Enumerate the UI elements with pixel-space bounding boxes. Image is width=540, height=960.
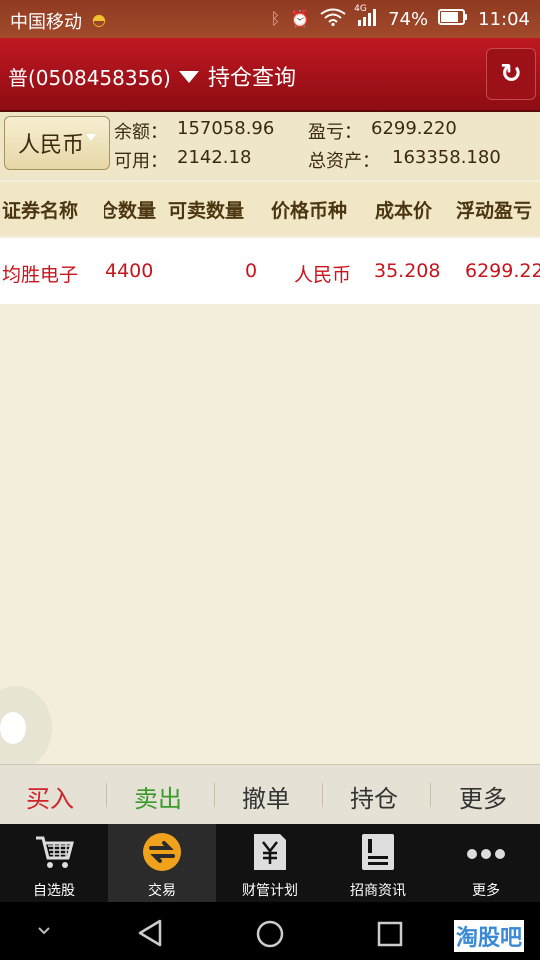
refresh-button[interactable]: ↻ [486, 48, 536, 100]
holding-quantity: 4400 [105, 260, 154, 282]
battery-percent: 74% [388, 8, 429, 30]
carrier-name: 中国移动 [10, 12, 82, 33]
back-icon[interactable] [136, 918, 164, 948]
bottom-tab-bar: 自选股 交易 财管计划 招商资讯 更多 [0, 824, 540, 902]
page-title: 持仓查询 [208, 66, 297, 91]
table-header: 证券名称 持仓数量 可卖数量 价格币种 成本价 浮动盈亏 [0, 182, 540, 236]
network-type: 4G [354, 4, 367, 14]
hide-keyboard-icon[interactable] [34, 924, 54, 938]
total-assets-label: 总资产： [308, 151, 380, 172]
tab-label: 招商资讯 [350, 883, 406, 899]
column-header[interactable]: 证券名称 [2, 196, 78, 223]
dropdown-arrow-icon [178, 70, 199, 83]
pnl-value: 6299.220 [371, 118, 457, 139]
balance-label: 余额： [114, 122, 168, 143]
column-header[interactable]: 浮动盈亏 [456, 196, 532, 223]
currency-label: 人民币 [17, 133, 84, 158]
currency-selector[interactable]: 人民币 [4, 116, 110, 170]
watermark-logo: 淘股吧 [454, 920, 525, 952]
cost-price: 35.208 [374, 260, 441, 282]
wifi-icon [320, 8, 346, 30]
battery-icon [438, 9, 468, 29]
more-dots-icon [467, 849, 505, 859]
status-bar: 中国移动 ◓ ᛒ ⏰ 4G 74% 11:04 [0, 0, 540, 38]
total-assets-value: 163358.180 [392, 147, 501, 168]
sell-button[interactable]: 卖出 [134, 779, 182, 814]
exchange-icon [143, 833, 181, 871]
more-actions-button[interactable]: 更多 [459, 779, 507, 814]
tab-trade[interactable]: 交易 [108, 824, 216, 902]
divider [106, 783, 107, 807]
notification-icon: ◓ [92, 10, 106, 29]
yuan-document-icon [254, 834, 286, 870]
column-header[interactable]: 可卖数量 [168, 196, 244, 223]
balance-value: 157058.96 [177, 118, 275, 139]
divider [322, 783, 323, 807]
floating-assistive-button[interactable] [0, 686, 52, 770]
refresh-icon: ↻ [500, 59, 522, 89]
floating-pnl: 6299.220 [465, 260, 540, 282]
pnl-label: 盈亏： [308, 122, 362, 143]
available-label: 可用： [114, 151, 168, 172]
positions-button[interactable]: 持仓 [350, 779, 398, 814]
recent-apps-icon[interactable] [376, 920, 404, 948]
tab-wealth-plan[interactable]: 财管计划 [216, 824, 324, 902]
alarm-icon: ⏰ [290, 9, 311, 28]
home-icon[interactable] [254, 918, 286, 950]
app-header: 普(0508458356) 持仓查询 ↻ [0, 38, 540, 112]
bluetooth-icon: ᛒ [270, 9, 281, 28]
column-header[interactable]: 价格币种 [271, 196, 347, 223]
cart-icon [36, 836, 74, 868]
tab-label: 更多 [472, 883, 500, 899]
security-name: 均胜电子 [2, 264, 79, 286]
account-label: 普(0508458356) [8, 66, 171, 90]
table-row[interactable]: 均胜电子 4400 0 人民币 35.208 6299.220 [0, 238, 540, 304]
available-value: 2142.18 [177, 147, 252, 168]
column-header[interactable]: 成本价 [375, 196, 432, 223]
dropdown-arrow-icon [86, 133, 96, 141]
buy-button[interactable]: 买入 [26, 779, 74, 814]
column-header[interactable]: 持仓数量 [104, 196, 156, 223]
news-icon [362, 834, 394, 870]
trade-action-bar: 买入 卖出 撤单 持仓 更多 [0, 764, 540, 825]
tab-label: 自选股 [33, 883, 75, 899]
divider [430, 783, 431, 807]
sellable-quantity: 0 [245, 260, 258, 282]
tab-label: 交易 [148, 883, 176, 899]
tab-watchlist[interactable]: 自选股 [0, 824, 108, 902]
clock-time: 11:04 [478, 8, 530, 30]
account-summary: 人民币 余额： 157058.96 可用： 2142.18 盈亏： 6299.2… [0, 112, 540, 180]
tab-more[interactable]: 更多 [432, 824, 540, 902]
cancel-order-button[interactable]: 撤单 [242, 779, 290, 814]
assistive-dot-icon [0, 712, 26, 744]
tab-news[interactable]: 招商资讯 [324, 824, 432, 902]
tab-label: 财管计划 [242, 883, 298, 899]
divider [214, 783, 215, 807]
price-currency: 人民币 [294, 264, 352, 286]
signal-icon: 4G [354, 4, 378, 30]
account-selector[interactable]: 普(0508458356) [8, 62, 199, 91]
